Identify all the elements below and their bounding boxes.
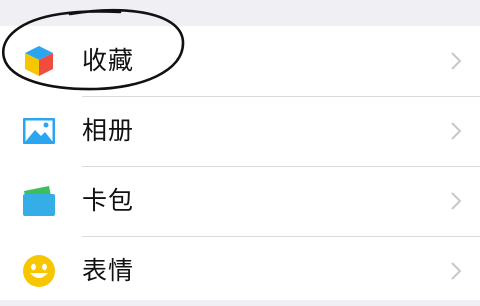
wallet-icon (23, 186, 55, 216)
photo-icon (23, 118, 55, 144)
cube-icon (25, 46, 53, 76)
menu-item-cards[interactable]: 卡包 (0, 166, 480, 236)
top-spacer (0, 0, 480, 26)
menu-item-label: 相册 (82, 116, 135, 145)
smiley-icon (23, 255, 55, 287)
menu-item-album[interactable]: 相册 (0, 96, 480, 166)
menu-item-label: 收藏 (82, 46, 135, 75)
menu-item-favorites[interactable]: 收藏 (0, 26, 480, 96)
chevron-right-icon (451, 52, 462, 70)
menu-item-stickers[interactable]: 表情 (0, 236, 480, 306)
menu-list: 收藏 相册 卡包 表情 (0, 26, 480, 300)
menu-item-label: 卡包 (82, 186, 135, 215)
chevron-right-icon (451, 262, 462, 280)
chevron-right-icon (451, 192, 462, 210)
menu-item-label: 表情 (82, 256, 135, 285)
chevron-right-icon (451, 122, 462, 140)
